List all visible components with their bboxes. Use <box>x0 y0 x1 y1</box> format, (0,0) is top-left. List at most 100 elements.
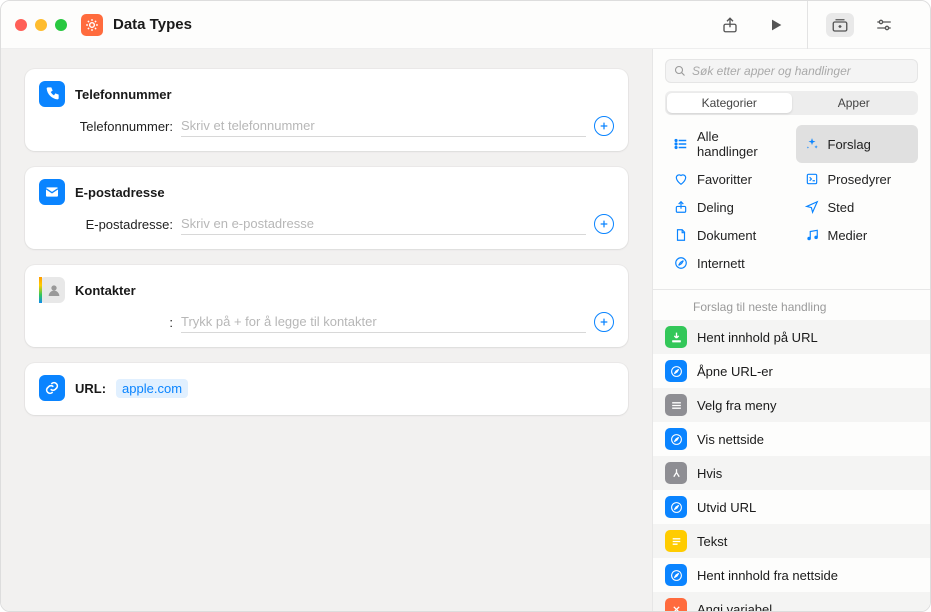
download-icon <box>665 326 687 348</box>
safari-white-icon <box>665 428 687 450</box>
segment-categories[interactable]: Kategorier <box>667 93 792 113</box>
field-label: E-postadresse: <box>43 217 173 232</box>
window-body: Telefonnummer Telefonnummer: E-postadres… <box>1 49 930 611</box>
suggestion-item[interactable]: Vis nettside <box>653 422 930 456</box>
suggestions-header: Forslag til neste handling <box>653 290 930 320</box>
mail-icon <box>39 179 65 205</box>
text-icon <box>665 530 687 552</box>
window-title: Data Types <box>113 16 192 33</box>
workflow-editor[interactable]: Telefonnummer Telefonnummer: E-postadres… <box>1 49 652 611</box>
document-icon <box>673 227 689 243</box>
shortcut-app-icon <box>81 14 103 36</box>
add-variable-button[interactable] <box>594 312 614 332</box>
add-variable-button[interactable] <box>594 116 614 136</box>
field-label: Telefonnummer: <box>43 119 173 134</box>
safari-white-icon <box>665 360 687 382</box>
zoom-window-button[interactable] <box>55 19 67 31</box>
safari-white-icon <box>665 564 687 586</box>
toolbar-right <box>719 14 797 36</box>
segment-apps[interactable]: Apper <box>792 93 917 113</box>
safari-icon <box>673 255 689 271</box>
action-card[interactable]: E-postadresse E-postadresse: <box>25 167 628 249</box>
suggestion-label: Vis nettside <box>697 432 764 447</box>
search-input[interactable] <box>692 64 909 78</box>
suggestion-item[interactable]: Utvid URL <box>653 490 930 524</box>
window-controls <box>15 19 67 31</box>
category-item[interactable]: Alle handlinger <box>665 125 788 163</box>
suggestion-label: Hent innhold på URL <box>697 330 818 345</box>
suggestion-item[interactable]: Hvis <box>653 456 930 490</box>
category-label: Internett <box>697 256 745 271</box>
suggestion-item[interactable]: Velg fra meny <box>653 388 930 422</box>
segmented-control: Kategorier Apper <box>665 91 918 115</box>
script-icon <box>804 171 820 187</box>
phone-icon <box>39 81 65 107</box>
field-input[interactable] <box>181 115 586 137</box>
category-item[interactable]: Internett <box>665 251 788 275</box>
category-label: Medier <box>828 228 868 243</box>
suggestion-item[interactable]: Angi variabel <box>653 592 930 611</box>
link-icon <box>39 375 65 401</box>
suggestion-item[interactable]: Hent innhold på URL <box>653 320 930 354</box>
suggestion-label: Velg fra meny <box>697 398 777 413</box>
suggestion-label: Hvis <box>697 466 722 481</box>
suggestion-item[interactable]: Tekst <box>653 524 930 558</box>
app-window: Data Types Telefonnummer <box>0 0 931 612</box>
action-card-url[interactable]: URL: apple.com <box>25 363 628 415</box>
field-label: : <box>43 315 173 330</box>
search-field[interactable] <box>665 59 918 83</box>
field-input[interactable] <box>181 213 586 235</box>
run-button[interactable] <box>765 14 787 36</box>
category-label: Deling <box>697 200 734 215</box>
location-icon <box>804 199 820 215</box>
card-title: Kontakter <box>75 283 136 298</box>
suggestion-item[interactable]: Åpne URL-er <box>653 354 930 388</box>
suggestions-list: Hent innhold på URL Åpne URL-er Velg fra m… <box>653 320 930 611</box>
category-label: Sted <box>828 200 855 215</box>
variable-icon <box>665 598 687 611</box>
category-label: Forslag <box>828 137 871 152</box>
url-value-token[interactable]: apple.com <box>116 379 188 398</box>
list-icon <box>673 136 689 152</box>
url-card-title: URL: <box>75 381 106 396</box>
category-item[interactable]: Medier <box>796 223 919 247</box>
field-input[interactable] <box>181 311 586 333</box>
toolbar-sidebar-controls <box>808 13 916 37</box>
titlebar: Data Types <box>1 1 930 49</box>
category-item[interactable]: Favoritter <box>665 167 788 191</box>
category-item[interactable]: Deling <box>665 195 788 219</box>
music-icon <box>804 227 820 243</box>
library-toggle-button[interactable] <box>826 13 854 37</box>
category-item[interactable]: Forslag <box>796 125 919 163</box>
menu-icon <box>665 394 687 416</box>
card-title: E-postadresse <box>75 185 165 200</box>
add-variable-button[interactable] <box>594 214 614 234</box>
card-title: Telefonnummer <box>75 87 172 102</box>
suggestion-label: Åpne URL-er <box>697 364 773 379</box>
suggestion-item[interactable]: Hent innhold fra nettside <box>653 558 930 592</box>
suggestion-label: Utvid URL <box>697 500 756 515</box>
settings-toggle-button[interactable] <box>870 13 898 37</box>
category-item[interactable]: Dokument <box>665 223 788 247</box>
actions-sidebar: Kategorier Apper Alle handlinger Forslag F… <box>652 49 930 611</box>
suggestion-label: Angi variabel <box>697 602 772 612</box>
category-grid: Alle handlinger Forslag Favoritter Prosedyr… <box>653 125 930 285</box>
branch-icon <box>665 462 687 484</box>
close-window-button[interactable] <box>15 19 27 31</box>
category-item[interactable]: Sted <box>796 195 919 219</box>
suggestion-label: Tekst <box>697 534 727 549</box>
search-icon <box>674 65 686 77</box>
category-item[interactable]: Prosedyrer <box>796 167 919 191</box>
contacts-icon <box>39 277 65 303</box>
heart-icon <box>673 171 689 187</box>
suggestion-label: Hent innhold fra nettside <box>697 568 838 583</box>
share-button[interactable] <box>719 14 741 36</box>
action-card[interactable]: Kontakter : <box>25 265 628 347</box>
minimize-window-button[interactable] <box>35 19 47 31</box>
safari-white-icon <box>665 496 687 518</box>
category-label: Prosedyrer <box>828 172 892 187</box>
category-label: Favoritter <box>697 172 752 187</box>
action-card[interactable]: Telefonnummer Telefonnummer: <box>25 69 628 151</box>
sparkle-icon <box>804 136 820 152</box>
category-label: Alle handlinger <box>697 129 780 159</box>
